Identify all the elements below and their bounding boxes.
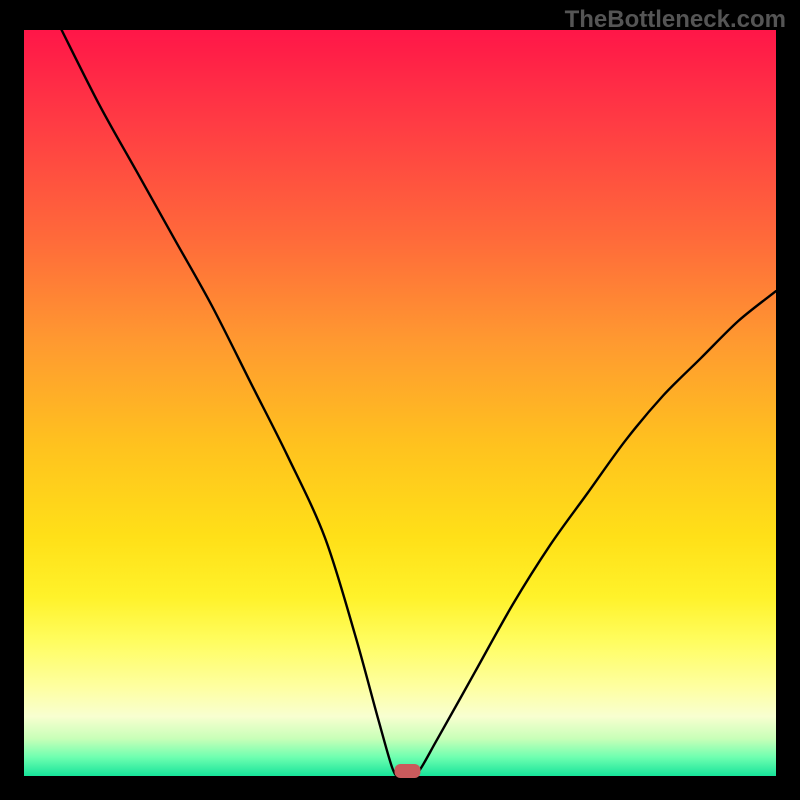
plot-area — [24, 30, 776, 776]
chart-svg — [24, 30, 776, 776]
watermark-text: TheBottleneck.com — [565, 6, 786, 34]
optimal-point-marker — [395, 764, 421, 778]
chart-frame: TheBottleneck.com — [0, 0, 800, 800]
bottleneck-curve — [62, 30, 776, 779]
